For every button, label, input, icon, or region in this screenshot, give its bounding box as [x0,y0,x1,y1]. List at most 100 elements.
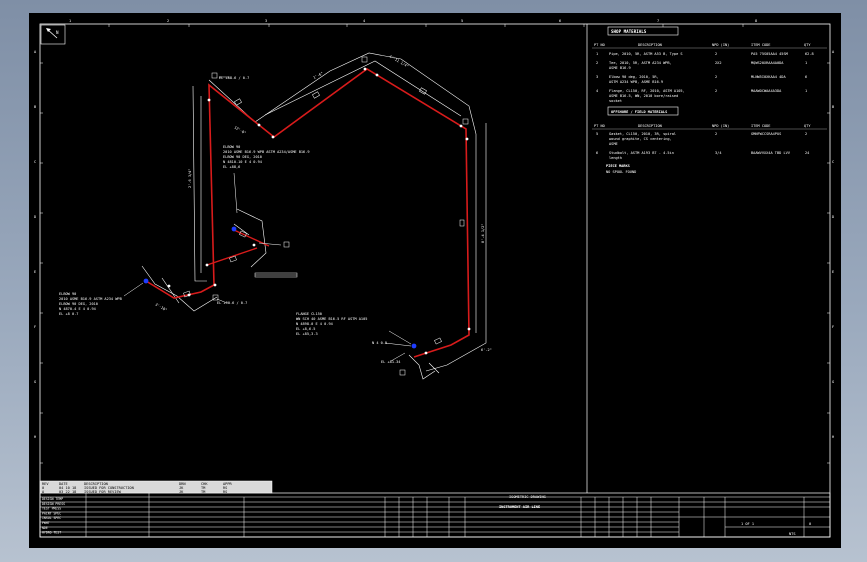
component-annotation: 2010 ASME B16.9 ASTM A234 WPB [59,297,122,301]
title-field-label: DESIGN TEMP [42,497,63,501]
bom-description: ASME [609,142,618,146]
zone-number: 5 [461,19,463,23]
title-field-label: PAINT SPEC [42,511,61,515]
bom-qty: 1 [805,61,807,65]
bom-col-description: DESCRIPTION [638,124,662,128]
bom-col-qty: QTY [804,43,811,47]
north-arrow-icon: N [40,24,66,45]
zone-letter: C [832,160,834,164]
border-zone-ticks [40,24,830,464]
bom-description: Pipe, 2010, 5R, ASTM A53 B, Type S [609,52,683,56]
zone-number: 6 [559,19,561,23]
zone-letter: G [832,380,834,384]
leader-lines [123,76,412,362]
bom-pt-no: 3 [596,75,598,79]
revision-table: REV DATE DESCRIPTION DRN CHK APPR0 04 10 18 ISS… [39,480,273,494]
drawing-border [39,23,831,538]
bom-npd: 2 [715,89,717,93]
flange-icon [143,278,149,284]
bom-col-qty: QTY [804,124,811,128]
bom-col-npd: NPD (IN) [712,43,729,47]
bom-npd: 2 [715,52,717,56]
zone-letter: F [832,325,834,329]
bill-of-materials: SHOP MATERIALS PT NO DESCRIPTION NPD (IN) I… [592,26,827,174]
title-field-label: DESIGN PRESS [42,502,65,506]
bom-qty: 6 [805,75,807,79]
bom-npd: 2X2 [715,61,722,65]
zone-letter: H [832,435,834,439]
bom-description: Tee, 2010, 5R, ASTM A234 WPB, [609,61,672,65]
bom-description: Studbolt, ASTM A193 B7 - 4.5in [609,151,674,155]
component-annotation: WN SCH 40 ASME B16.5 RF ASTM A105 [296,317,367,321]
component-annotation: EL +85,3.3 [296,332,318,336]
annotation-group: ELBOW 902010 ASME B16.9 WPB ASTM A234/AS… [59,76,400,364]
piece-marks-label: PIECE MARKS [606,164,630,168]
dimension-label: 3'-10" [155,302,168,312]
title-field-label: TEST PRESS [42,507,61,511]
zone-letter: F [34,325,36,329]
bom-pt-no: 2 [596,61,598,65]
zone-letter: D [832,215,834,219]
bom-col-pt: PT NO [594,124,605,128]
bom-description: length [609,156,622,160]
zone-number: 3 [265,19,267,23]
zone-number: 8 [755,19,757,23]
dimension-label: 4'-11 1/4" [389,54,410,68]
bom-npd: 2 [715,132,717,136]
bom-npd: 3/4 [715,151,722,155]
elevation-note: EL +90.6 / 0.7 [217,301,247,305]
bom-col-code: ITEM CODE [751,43,770,47]
bom-shop-items: 1 Pipe, 2010, 5R, ASTM A53 B, Type S 2 PA5 … [596,52,814,103]
zone-number: 4 [363,19,365,23]
sheet-number: 1 OF 1 [741,522,754,526]
dimension-label: 2'-6 3/4" [188,169,192,188]
bom-description: wound graphite, CS centering, [609,137,672,141]
bom-offshop-header: OFFSHORE / FIELD MATERIALS [611,110,667,114]
dimension-label: 12'-0" [234,125,247,135]
zone-letter: C [34,160,36,164]
zone-letter: A [832,50,835,54]
coordinate-note: N 4 0.5 [372,341,387,345]
component-annotation: ELBOW 90 [223,145,240,149]
bom-qty: 1 [805,89,807,93]
bom-item-code: GMNFWCCSRA4PUS [751,132,781,136]
zone-number: 2 [167,19,169,23]
bom-col-pt: PT NO [594,43,605,47]
bom-item-code: BAAWVVXX4A TBD LVV [751,151,791,155]
component-annotation: N 4898.0 E 4 0.94 [296,322,333,326]
drawing-sheet: 1 2 3 4 5 6 7 8 A A B B C C D D E E F F G G H H N SHOP MATERIAL… [29,13,841,548]
bom-description: socket [609,99,622,103]
bom-qty: 62.8 [805,52,814,56]
title-field-label: HYDRO TEST [42,531,61,535]
bom-item-code: PA5 75S05AA4 45SM [751,52,789,56]
bom-column-headers-offshop: PT NO DESCRIPTION NPD (IN) ITEM CODE QTY [592,124,827,130]
zone-letter: B [832,105,834,109]
bom-qty: 2 [805,132,807,136]
revision-number: 0 [809,522,811,526]
bom-shop-header: SHOP MATERIALS [611,29,647,34]
bom-pt-no: 6 [596,151,598,155]
zone-number: 7 [657,19,659,23]
bom-pt-no: 1 [596,52,598,56]
title-block-fields: DESIGN TEMPDESIGN PRESSTEST PRESSPAINT S… [42,497,65,535]
zone-letter: B [34,105,36,109]
bom-col-code: ITEM CODE [751,124,770,128]
bom-offshop-items: 5 Gasket, CL150, 2010, 3R, spiralwound gr… [596,132,809,160]
title-field-label: INSUL SPEC [42,516,61,520]
component-annotation: N 4810.10 E 4 0.94 [223,160,262,164]
revision-cell: RS [223,490,227,494]
bom-item-code: MAAWOCWAA4A3DA [751,89,782,93]
title-field-label: PWHT [42,521,50,525]
component-annotation: N 4870.4 E 4 0.94 [59,307,96,311]
elevation-note: EL +88.6 / 0.7 [219,76,249,80]
dimension-label: 8'-4 1/2" [481,224,485,243]
component-annotation: EL +88,6 [223,165,240,169]
component-annotation: FLANGE CL150 [296,312,322,316]
bom-column-headers: PT NO DESCRIPTION NPD (IN) ITEM CODE QTY [592,43,827,49]
north-label: N [56,30,59,35]
drawing-title: INSTRUMENT AIR LINE [499,505,540,509]
component-annotation: 2010 ASME B16.9 WPB ASTM A234/ASME B16.9 [223,150,310,154]
title-block [39,492,831,538]
component-annotation: EL +8,6.5 [296,327,315,331]
bom-npd: 2 [715,75,717,79]
